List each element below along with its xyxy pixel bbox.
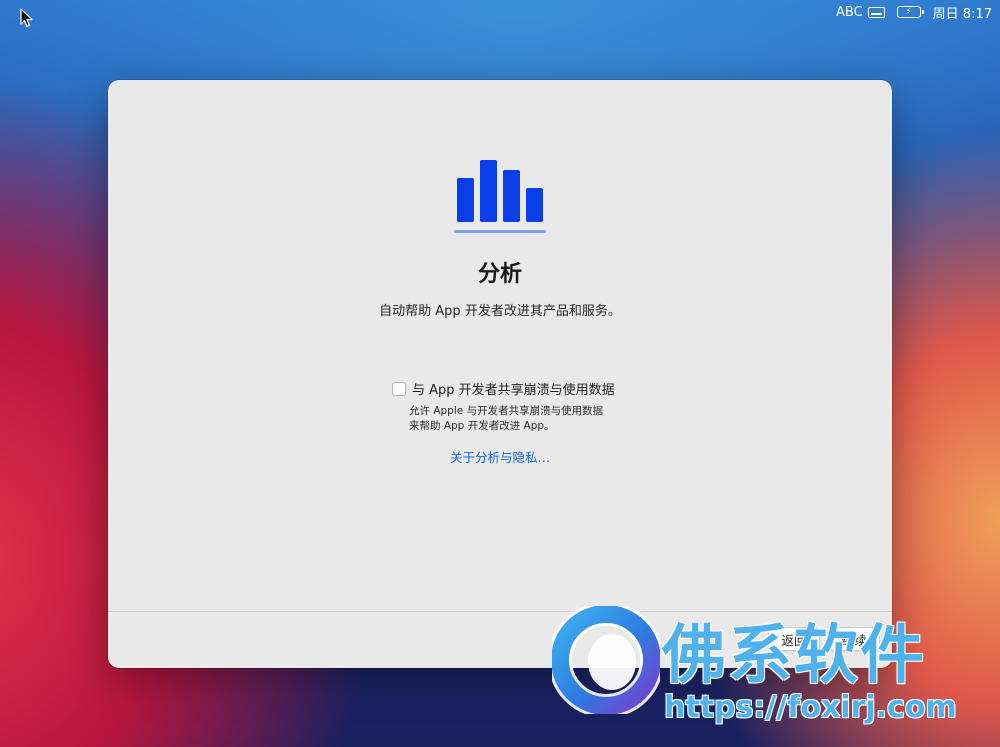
menu-bar-status-area: ABC ⚡ 周日 8:17: [836, 3, 992, 22]
page-title: 分析: [477, 262, 522, 287]
share-analytics-label[interactable]: 与 App 开发者共享崩溃与使用数据: [412, 379, 615, 398]
setup-assistant-window: 分析 自动帮助 App 开发者改进其产品和服务。 与 App 开发者共享崩溃与使…: [108, 80, 892, 668]
about-analytics-privacy-link[interactable]: 关于分析与隐私…: [108, 447, 892, 466]
description-line-1: 允许 Apple 与开发者共享崩溃与使用数据: [409, 405, 604, 417]
input-source-label: ABC: [836, 4, 863, 20]
hero-bars: [457, 160, 543, 222]
cursor-arrow-icon: [20, 8, 33, 28]
description-line-2: 来帮助 App 开发者改进 App。: [409, 420, 555, 432]
footer-divider: [108, 611, 892, 612]
menu-bar: ABC ⚡ 周日 8:17: [0, 0, 1000, 28]
share-analytics-description: 允许 Apple 与开发者共享崩溃与使用数据 来帮助 App 开发者改进 App…: [409, 404, 603, 434]
share-analytics-checkbox[interactable]: [392, 381, 406, 396]
menu-bar-clock[interactable]: 周日 8:17: [933, 3, 992, 22]
back-button[interactable]: 返回: [768, 627, 820, 651]
analytics-bar-chart-icon: [454, 160, 546, 233]
keyboard-icon: [867, 6, 885, 18]
continue-button[interactable]: 继续: [828, 627, 880, 651]
hero-underline: [454, 230, 546, 233]
battery-charging-icon[interactable]: ⚡: [896, 6, 924, 18]
page-subtitle: 自动帮助 App 开发者改进其产品和服务。: [379, 304, 621, 319]
input-source-menu[interactable]: ABC: [836, 5, 885, 20]
watermark-url: https://foxirj.com: [664, 690, 957, 725]
share-analytics-option[interactable]: 与 App 开发者共享崩溃与使用数据: [392, 379, 615, 398]
